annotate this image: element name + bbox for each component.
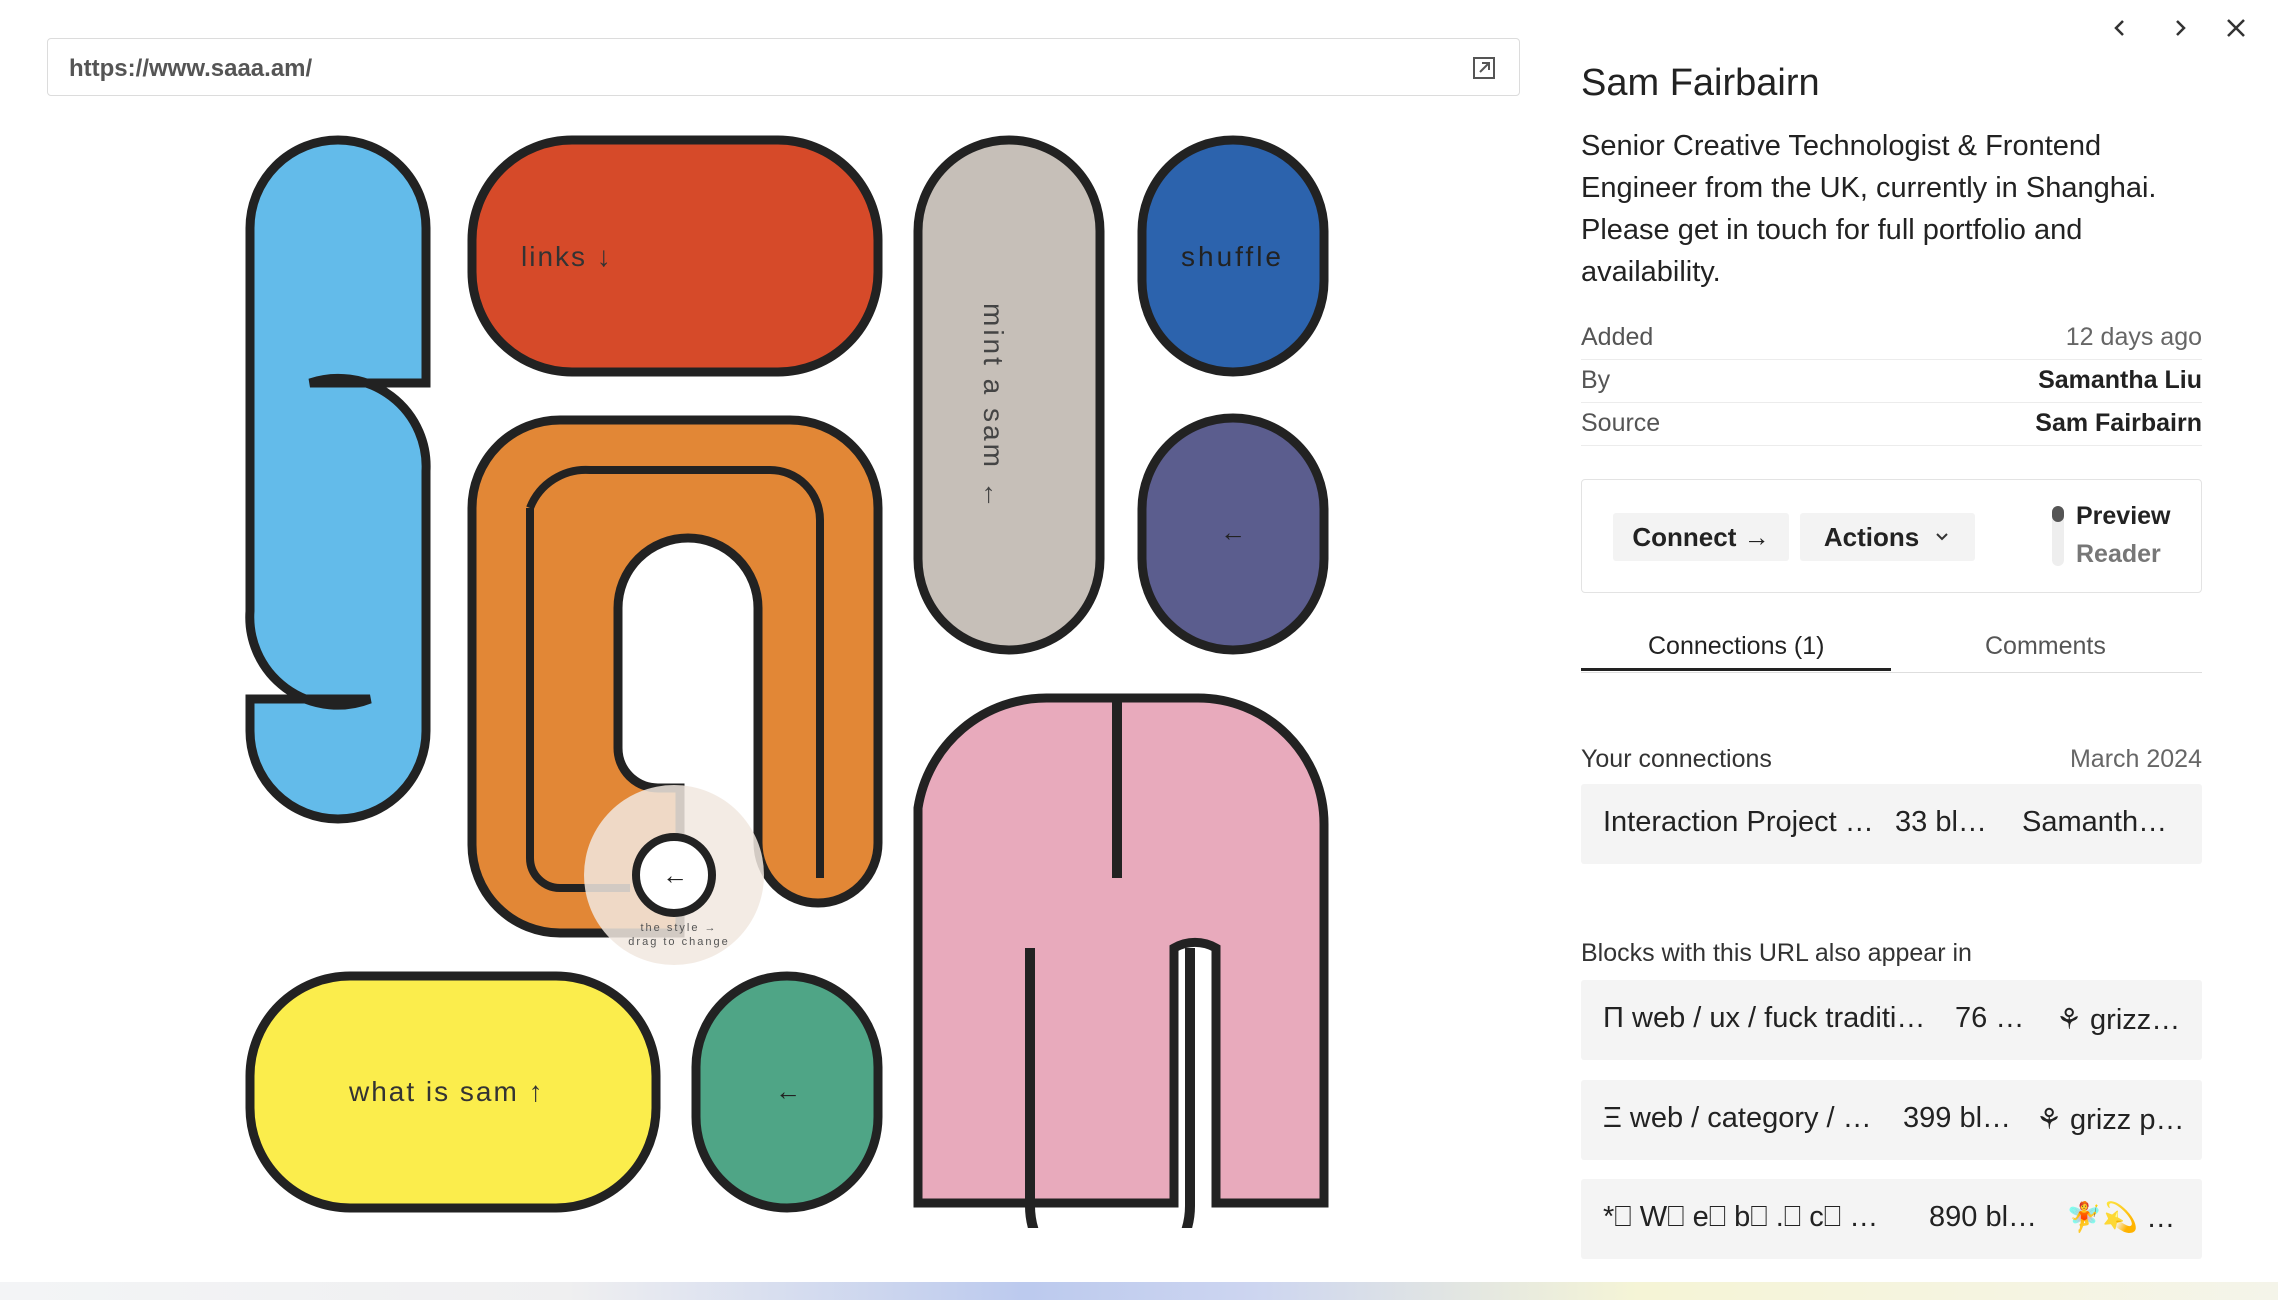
- sam-logo-graphic: [245, 135, 1329, 1228]
- channel-count: 76 …: [1955, 1002, 2025, 1034]
- links-label[interactable]: links ↓: [521, 241, 613, 273]
- panel-tabs: Connections (1) Comments: [1581, 624, 2202, 673]
- channel-card[interactable]: *⎕ W⎕ e⎕ b⎕ .⎕ c⎕ … 890 bl… 🧚💫 …: [1581, 1179, 2202, 1259]
- your-connections-header: Your connections March 2024: [1581, 745, 2202, 774]
- connect-button[interactable]: Connect →: [1613, 513, 1789, 561]
- channel-count: 399 bl…: [1903, 1102, 2012, 1134]
- mint-button-shape: [913, 135, 1105, 655]
- connection-count: 33 bl…: [1895, 806, 1987, 838]
- meta-added-row: Added 12 days ago: [1581, 317, 2202, 360]
- block-title: Sam Fairbairn: [1581, 62, 1820, 104]
- channel-owner: ⚘ grizz p…: [2036, 1104, 2185, 1136]
- channel-title: *⎕ W⎕ e⎕ b⎕ .⎕ c⎕ …: [1603, 1201, 1879, 1233]
- chevron-right-icon: [2176, 20, 2186, 36]
- connection-title: Interaction Project …: [1603, 806, 1874, 838]
- meta-source-row: Source Sam Fairbairn: [1581, 403, 2202, 446]
- tab-connections[interactable]: Connections (1): [1648, 632, 1824, 661]
- meta-by-row: By Samantha Liu: [1581, 360, 2202, 403]
- reader-option[interactable]: Reader: [2076, 540, 2161, 569]
- url-text: https://www.saaa.am/: [69, 55, 313, 82]
- channel-card[interactable]: Ξ web / category / … 399 bl… ⚘ grizz p…: [1581, 1080, 2202, 1160]
- meta-source-value[interactable]: Sam Fairbairn: [2035, 409, 2202, 438]
- dial-arrow-icon[interactable]: ←: [662, 860, 688, 891]
- preview-option[interactable]: Preview: [2076, 502, 2171, 531]
- mint-a-sam-label[interactable]: mint a sam ←: [977, 303, 1009, 512]
- your-connections-date: March 2024: [2069, 745, 2202, 773]
- chevron-left-icon: [2114, 20, 2124, 36]
- active-tab-indicator: [1581, 668, 1891, 671]
- open-external-icon[interactable]: [1469, 53, 1499, 83]
- actions-label: Actions: [1823, 521, 1920, 552]
- channel-count: 890 bl…: [1929, 1201, 2038, 1233]
- blue-s-shape: [245, 135, 431, 824]
- purple-arrow-label[interactable]: ←: [1220, 517, 1246, 548]
- your-connections-heading: Your connections: [1581, 745, 1772, 773]
- connection-card[interactable]: Interaction Project … 33 bl… Samanth…: [1581, 784, 2202, 864]
- next-button[interactable]: [2160, 8, 2200, 48]
- meta-by-value[interactable]: Samantha Liu: [2038, 366, 2202, 395]
- actions-box: Connect → Actions Preview Reader: [1581, 479, 2202, 593]
- meta-added-value: 12 days ago: [2065, 323, 2202, 351]
- close-icon: [2227, 19, 2245, 37]
- meta-source-label: Source: [1581, 409, 1661, 437]
- preview-reader-toggle[interactable]: Preview Reader: [2052, 502, 2192, 572]
- website-preview[interactable]: links ↓ shuffle mint a sam ← ← what is s…: [230, 128, 1330, 1228]
- meta-added-label: Added: [1581, 323, 1654, 351]
- chevron-down-icon: [1936, 533, 1948, 541]
- toggle-knob: [2052, 506, 2064, 522]
- connection-owner: Samanth…: [2022, 806, 2168, 838]
- previous-button[interactable]: [2100, 8, 2140, 48]
- close-button[interactable]: [2216, 8, 2256, 48]
- block-description: Senior Creative Technologist & Frontend …: [1581, 130, 2157, 288]
- bottom-gradient-strip: [0, 1282, 2278, 1300]
- channel-owner: ⚘ grizz…: [2056, 1004, 2181, 1036]
- what-is-sam-label[interactable]: what is sam ↑: [349, 1076, 545, 1108]
- tab-comments[interactable]: Comments: [1985, 632, 2106, 661]
- channel-title: Ξ web / category / …: [1603, 1102, 1872, 1134]
- url-bar[interactable]: https://www.saaa.am/: [47, 38, 1520, 96]
- dial-caption: the style → drag to change: [628, 922, 730, 948]
- channel-owner: 🧚💫 …: [2066, 1202, 2176, 1234]
- green-arrow-label[interactable]: ←: [775, 1076, 801, 1107]
- also-appear-heading: Blocks with this URL also appear in: [1581, 939, 1972, 967]
- meta-by-label: By: [1581, 366, 1611, 394]
- actions-button[interactable]: Actions: [1800, 513, 1975, 561]
- channel-card[interactable]: Π web / ux / fuck traditi… 76 … ⚘ grizz…: [1581, 980, 2202, 1060]
- channel-title: Π web / ux / fuck traditi…: [1603, 1002, 1926, 1034]
- shuffle-label[interactable]: shuffle: [1181, 241, 1284, 273]
